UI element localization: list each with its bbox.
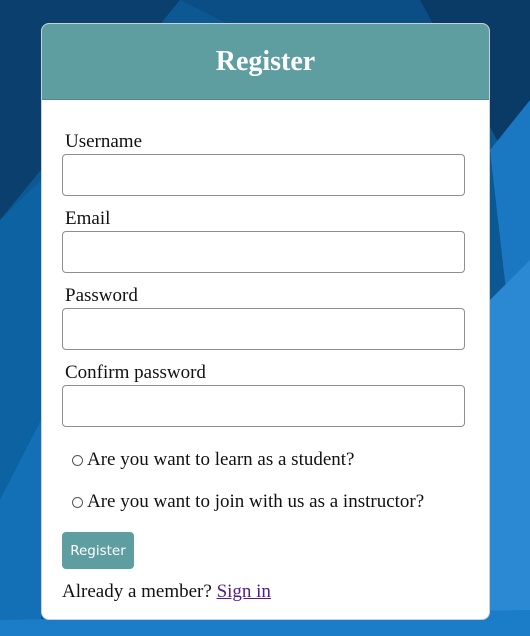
form-title: Register	[215, 45, 316, 77]
instructor-role-option[interactable]: Are you want to join with us as a instru…	[72, 491, 424, 513]
email-label: Email	[65, 208, 111, 229]
student-radio[interactable]	[72, 454, 83, 466]
username-input[interactable]	[62, 154, 465, 196]
register-card: Register Username Email Password Confirm…	[41, 23, 490, 620]
confirm-password-label: Confirm password	[65, 362, 206, 383]
card-header: Register	[42, 24, 489, 100]
footer-text: Already a member?	[62, 581, 212, 602]
instructor-role-label: Are you want to join with us as a instru…	[87, 491, 425, 512]
signin-prompt: Already a member? Sign in	[62, 581, 271, 603]
student-role-option[interactable]: Are you want to learn as a student?	[72, 449, 355, 471]
email-input[interactable]	[62, 231, 465, 273]
confirm-password-input[interactable]	[62, 385, 465, 427]
username-label: Username	[65, 131, 143, 152]
signin-link[interactable]: Sign in	[217, 581, 271, 602]
student-role-label: Are you want to learn as a student?	[87, 449, 355, 470]
register-button[interactable]: Register	[62, 532, 134, 569]
instructor-radio[interactable]	[72, 496, 83, 508]
password-label: Password	[65, 285, 138, 306]
password-input[interactable]	[62, 308, 465, 350]
